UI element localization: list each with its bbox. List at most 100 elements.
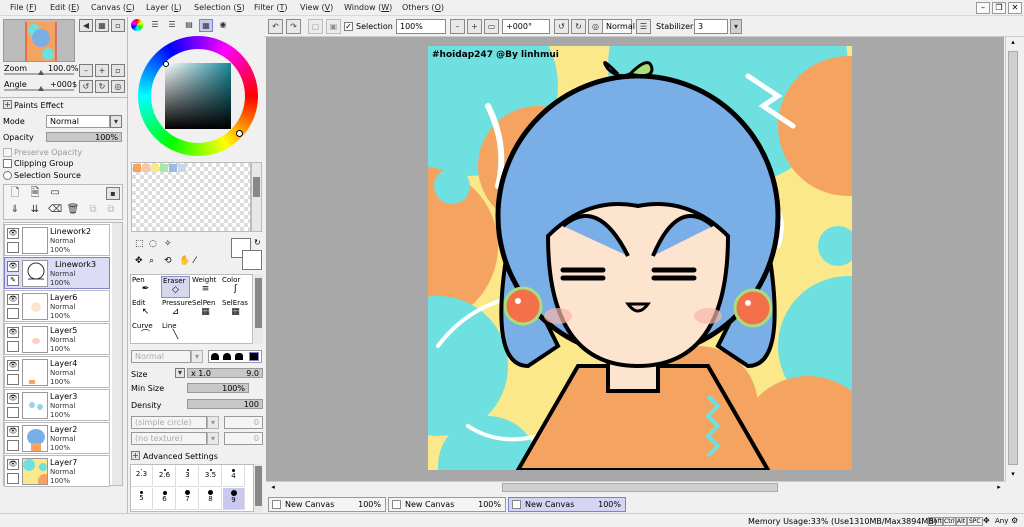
menu-file[interactable]: File (F)	[10, 3, 37, 12]
tool-edit[interactable]: Edit ↖	[131, 299, 160, 321]
rotate-reset-icon[interactable]: ◎	[588, 19, 603, 34]
layer-panel-menu-icon[interactable]: ▪	[106, 187, 120, 200]
move-icon[interactable]: ✥	[135, 256, 143, 266]
brush-texture-select[interactable]: (no texture)	[131, 432, 207, 445]
chevron-down-icon[interactable]: ▾	[110, 115, 122, 128]
layer-item-linework3[interactable]: 👁 ✎ Linework3 Normal 100%	[4, 257, 110, 289]
swatches-icon[interactable]: ▦	[199, 19, 213, 32]
layer-lock-box[interactable]	[7, 440, 19, 451]
tool-weight[interactable]: Weight ≡	[191, 276, 220, 298]
menu-view[interactable]: View (V)	[300, 3, 333, 12]
canvas-tab-1[interactable]: New Canvas 100%	[268, 497, 386, 512]
zoom-plus-icon[interactable]: +	[95, 64, 109, 77]
swatch[interactable]	[169, 164, 177, 172]
scroll-left-icon[interactable]: ◂	[268, 483, 278, 493]
undo-icon[interactable]: ↶	[268, 19, 283, 34]
brush-blend-select[interactable]: Normal	[131, 350, 191, 363]
scroll-up-icon[interactable]: ▴	[1007, 38, 1019, 48]
tool-pen[interactable]: Pen ✒	[131, 276, 160, 298]
preserve-opacity-checkbox[interactable]	[3, 148, 12, 157]
brush-size-scrollbar[interactable]	[254, 464, 263, 512]
new-folder-icon[interactable]: ▭	[48, 187, 62, 200]
menu-layer[interactable]: Layer (L)	[146, 3, 182, 12]
swatch-grid[interactable]	[131, 162, 251, 232]
navigator-preview[interactable]	[3, 19, 75, 62]
zoom-slider-handle[interactable]	[38, 70, 44, 75]
pen-icon[interactable]: ✎	[7, 275, 19, 286]
nav-options-icon[interactable]: ▦	[95, 19, 109, 32]
hardness-hard-icon[interactable]	[249, 352, 259, 361]
brush-size-8[interactable]: 8	[200, 488, 222, 510]
eye-icon[interactable]: 👁	[7, 228, 19, 239]
selection-source-radio[interactable]	[3, 171, 12, 180]
hand-icon[interactable]: ✋	[179, 256, 190, 266]
layer-lock-box[interactable]	[7, 473, 19, 484]
swatch[interactable]	[133, 164, 141, 172]
density-bar[interactable]: 100	[187, 399, 263, 409]
chevron-down-icon[interactable]: ▾	[207, 432, 219, 445]
swap-colors-icon[interactable]: ↻	[254, 238, 261, 247]
layer-item-layer5[interactable]: 👁 Layer5 Normal 100%	[4, 323, 110, 355]
zoom-reset-icon[interactable]: ▭	[484, 19, 499, 34]
hsv-slider-icon[interactable]: ☰	[165, 19, 179, 32]
menu-filter[interactable]: Filter (T)	[254, 3, 288, 12]
menu-others[interactable]: Others (O)	[402, 3, 444, 12]
zoom-minus-icon[interactable]: –	[79, 64, 93, 77]
paints-effect-expand-icon[interactable]: +	[3, 100, 12, 109]
layer-item-layer4[interactable]: 👁 Layer4 Normal 100%	[4, 356, 110, 388]
zoom-tool-icon[interactable]: ⌕	[149, 256, 154, 266]
brush-size-3[interactable]: 3	[177, 465, 199, 487]
minimize-icon[interactable]: –	[976, 2, 990, 14]
canvas-hscrollbar[interactable]: ◂ ▸	[266, 481, 1006, 493]
brush-texture-value[interactable]: 0	[224, 432, 263, 445]
canvas-vscrollbar[interactable]: ▴ ▾	[1005, 37, 1019, 481]
close-icon[interactable]: ✕	[1008, 2, 1022, 14]
chevron-down-icon[interactable]: ▾	[191, 350, 203, 363]
color-mixer-icon[interactable]: ▤	[182, 19, 196, 32]
layer-opacity-bar[interactable]: 100%	[46, 132, 122, 142]
rgb-slider-icon[interactable]: ☰	[148, 19, 162, 32]
scroll-down-icon[interactable]: ▾	[1007, 470, 1019, 480]
hardness-firm-icon[interactable]	[235, 353, 243, 360]
blend-mode-select[interactable]: Normal	[602, 19, 635, 34]
menu-canvas[interactable]: Canvas (C)	[91, 3, 135, 12]
rotate-left-icon[interactable]: ↺	[554, 19, 569, 34]
rotate-cw-icon[interactable]: ↻	[95, 80, 109, 93]
invert-selection-icon[interactable]: ▣	[326, 19, 341, 34]
selection-checkbox[interactable]: ✓	[344, 22, 353, 31]
rotate-tool-icon[interactable]: ⟲	[164, 256, 172, 266]
layer-item-layer3[interactable]: 👁 Layer3 Normal 100%	[4, 389, 110, 421]
eye-icon[interactable]: 👁	[7, 459, 19, 470]
tool-color[interactable]: Color ʃ	[221, 276, 250, 298]
scratchpad-icon[interactable]: ◉	[216, 19, 230, 32]
layer-list-scrollbar[interactable]	[112, 223, 122, 485]
swatch[interactable]	[142, 164, 150, 172]
eye-icon[interactable]: 👁	[7, 360, 19, 371]
brush-size-5[interactable]: 5	[131, 488, 153, 510]
menu-edit[interactable]: Edit (E)	[50, 3, 79, 12]
restore-icon[interactable]: ❐	[992, 2, 1006, 14]
brush-size-3-5[interactable]: 3.5	[200, 465, 222, 487]
min-size-bar[interactable]: 100%	[187, 383, 249, 393]
color-wheel-mode-icon[interactable]	[131, 19, 143, 31]
transfer-down-icon[interactable]: ⇓	[8, 204, 22, 217]
layer-copy-icon[interactable]: ⧉	[86, 204, 100, 217]
menu-selection[interactable]: Selection (S)	[194, 3, 245, 12]
brush-shape-select[interactable]: (simple circle)	[131, 416, 207, 429]
magic-wand-icon[interactable]: ✧	[164, 239, 172, 249]
zoom-select[interactable]: 100%	[396, 19, 446, 34]
layer-lock-box[interactable]	[7, 242, 19, 253]
rotate-ccw-icon[interactable]: ↺	[79, 80, 93, 93]
swatch-scrollbar[interactable]	[251, 162, 262, 232]
angle-select[interactable]: +000°	[502, 19, 550, 34]
flip-icon[interactable]: ☰	[636, 19, 651, 34]
eye-icon[interactable]: 👁	[7, 294, 19, 305]
zoom-fit-icon[interactable]: ▫	[111, 64, 125, 77]
scrollbar-thumb[interactable]	[502, 483, 778, 492]
tool-seleras[interactable]: SelEras ▦	[221, 299, 250, 321]
swatch[interactable]	[178, 164, 186, 172]
canvas-tab-2[interactable]: New Canvas 100%	[388, 497, 506, 512]
layer-lock-box[interactable]	[7, 341, 19, 352]
rotate-right-icon[interactable]: ↻	[571, 19, 586, 34]
tool-pressure[interactable]: Pressure ⊿	[161, 299, 192, 321]
